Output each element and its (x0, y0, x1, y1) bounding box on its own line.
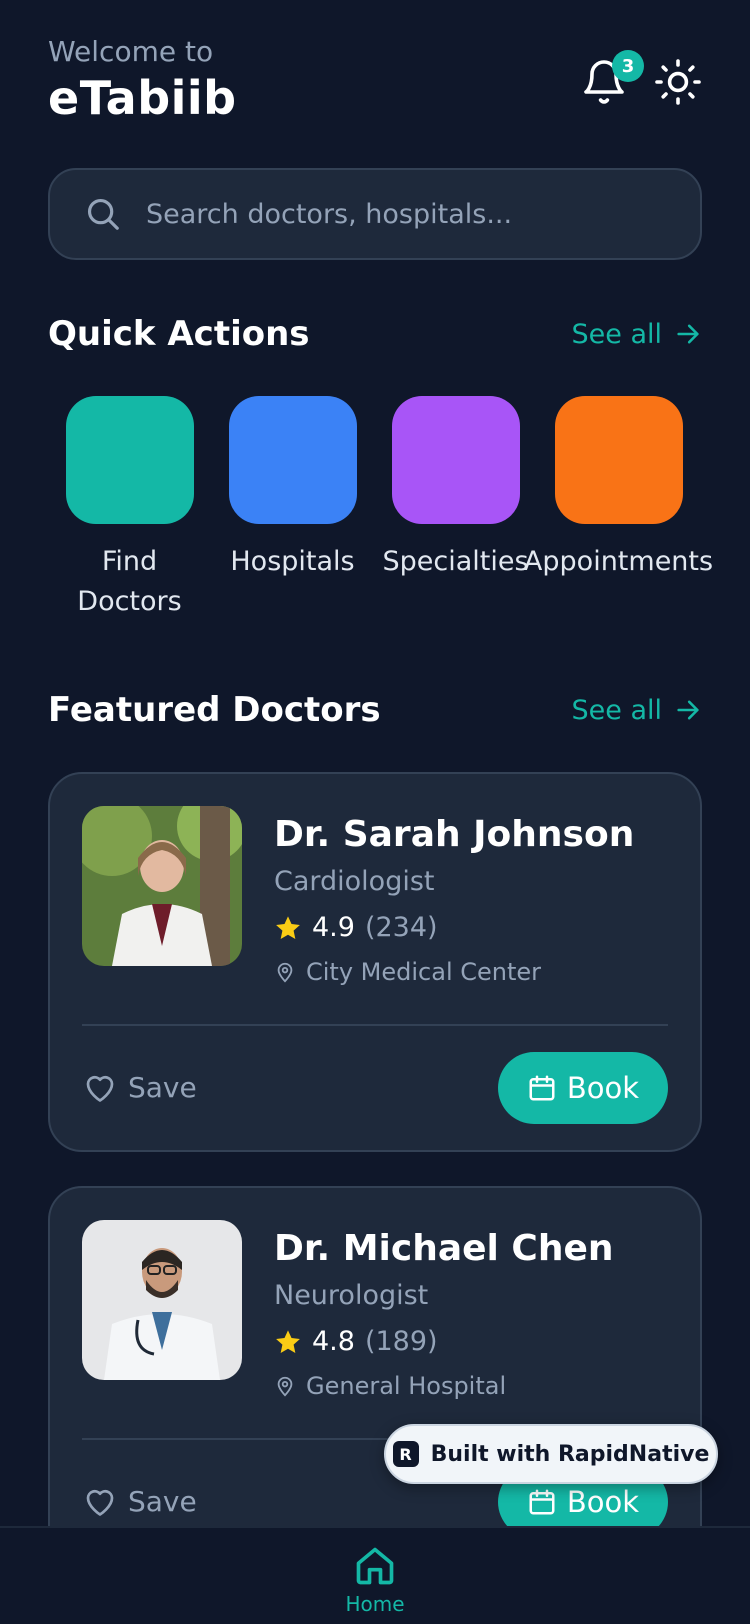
quick-action-label: Specialties (382, 546, 529, 577)
search-bar[interactable]: Search doctors, hospitals... (48, 168, 702, 260)
arrow-right-icon (677, 700, 699, 720)
location-pin-icon (277, 962, 293, 983)
doctor-photo (82, 1220, 242, 1380)
card-divider (82, 1024, 668, 1026)
doctor-specialty: Neurologist (274, 1280, 429, 1311)
rating-value: 4.8 (312, 1326, 355, 1357)
header-actions: 3 (580, 50, 702, 106)
heart-icon (86, 1489, 114, 1516)
quick-action-appointments[interactable]: Appointments (524, 396, 713, 622)
save-button[interactable]: Save (82, 1052, 197, 1122)
featured-see-all-link[interactable]: See all (572, 695, 703, 726)
doctor-name: Dr. Sarah Johnson (274, 814, 635, 855)
bottom-nav: Home (0, 1526, 750, 1624)
search-input[interactable]: Search doctors, hospitals... (146, 199, 512, 230)
arrow-right-icon (677, 324, 699, 344)
book-label: Book (566, 1485, 640, 1519)
star-icon (276, 916, 300, 939)
rapidnative-logo-icon: R (392, 1441, 419, 1467)
home-icon (356, 1547, 394, 1585)
built-with-badge[interactable]: R Built with RapidNative (384, 1424, 718, 1484)
header: Welcome to eTabiib 3 (48, 34, 702, 134)
doctor-location: City Medical Center (274, 956, 634, 988)
quick-action-hospitals[interactable]: Hospitals (211, 396, 374, 622)
star-icon (276, 1330, 300, 1353)
hospitals-tile[interactable] (228, 396, 357, 524)
doctor-photo (82, 806, 242, 966)
doctor-card[interactable]: Dr. Michael Chen Neurologist 4.8 (189) G… (48, 1186, 702, 1566)
nav-home-label: Home (345, 1592, 405, 1616)
doctor-card[interactable]: Dr. Sarah Johnson Cardiologist 4.9 (234)… (48, 772, 702, 1152)
save-label: Save (128, 1484, 197, 1518)
notification-badge: 3 (612, 50, 644, 82)
specialties-tile[interactable] (391, 396, 520, 524)
doctor-rating: 4.9 (234) (274, 910, 634, 946)
review-count: (234) (364, 912, 438, 943)
doctor-location: General Hospital (274, 1370, 614, 1402)
rating-value: 4.9 (312, 912, 355, 943)
calendar-icon (529, 1075, 555, 1101)
theme-toggle-button[interactable] (654, 58, 702, 106)
location-pin-icon (277, 1376, 293, 1397)
book-label: Book (566, 1071, 640, 1105)
quick-actions-see-all-link[interactable]: See all (572, 319, 703, 350)
home-screen: Welcome to eTabiib 3 Search doctors, hos… (0, 0, 750, 1624)
appointments-tile[interactable] (554, 396, 683, 524)
location-text: City Medical Center (306, 958, 542, 986)
quick-action-label: Appointments (523, 546, 714, 577)
quick-actions-header: Quick Actions See all (48, 314, 702, 354)
quick-action-find-doctors[interactable]: Find Doctors (48, 396, 211, 622)
doctor-info: Dr. Michael Chen Neurologist 4.8 (189) G… (274, 1226, 614, 1402)
heart-icon (86, 1075, 114, 1102)
quick-actions-row: Find Doctors Hospitals Specialties Appoi… (48, 396, 720, 622)
built-with-text: Built with RapidNative (430, 1441, 710, 1467)
featured-doctors-title: Featured Doctors (48, 690, 381, 730)
see-all-label: See all (571, 694, 663, 726)
quick-action-label: Find Doctors (77, 546, 182, 617)
doctor-name: Dr. Michael Chen (274, 1228, 614, 1269)
book-button[interactable]: Book (498, 1052, 668, 1124)
calendar-icon (529, 1489, 555, 1515)
quick-action-specialties[interactable]: Specialties (374, 396, 537, 622)
location-text: General Hospital (306, 1372, 507, 1400)
see-all-label: See all (571, 318, 663, 350)
save-label: Save (128, 1070, 197, 1104)
find-doctors-tile[interactable] (65, 396, 194, 524)
search-icon (87, 198, 119, 230)
featured-doctors-header: Featured Doctors See all (48, 690, 702, 730)
review-count: (189) (364, 1326, 438, 1357)
doctor-rating: 4.8 (189) (274, 1324, 614, 1360)
nav-item-home[interactable]: Home (345, 1544, 405, 1616)
notifications-button[interactable]: 3 (580, 50, 644, 106)
doctor-info: Dr. Sarah Johnson Cardiologist 4.9 (234)… (274, 812, 634, 988)
doctor-specialty: Cardiologist (274, 866, 435, 897)
quick-action-label: Hospitals (230, 546, 355, 577)
quick-actions-title: Quick Actions (48, 314, 310, 354)
sun-icon (655, 59, 701, 105)
